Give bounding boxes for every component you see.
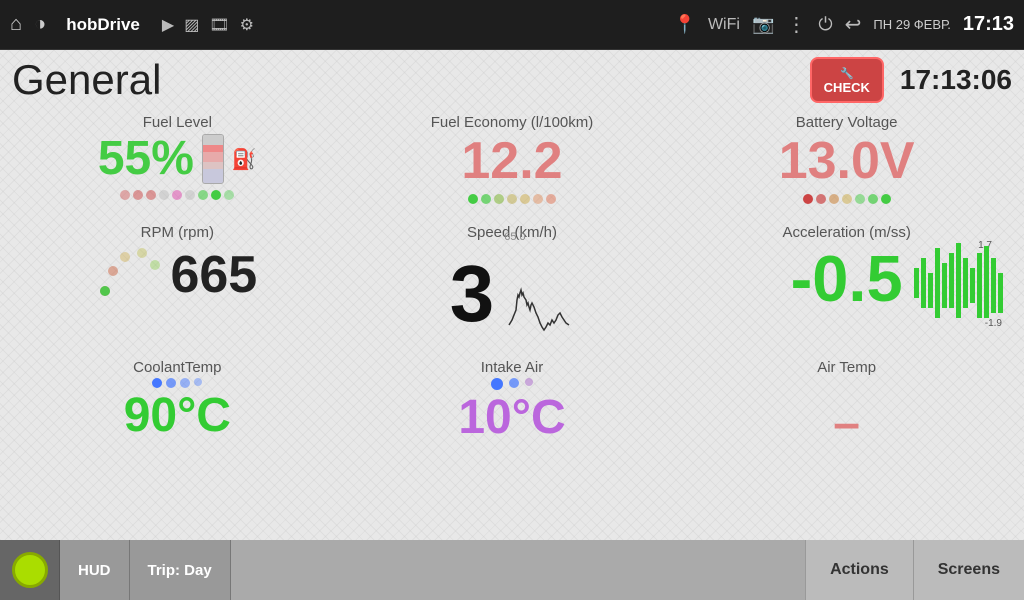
- header-time: 17:13:06: [900, 64, 1012, 96]
- intake-air-cell[interactable]: Intake Air 10°C: [345, 351, 680, 461]
- play-icon[interactable]: ▶: [162, 15, 174, 35]
- wifi-icon: WiFi: [708, 16, 740, 34]
- fuel-economy-label: Fuel Economy (l/100km): [431, 114, 594, 131]
- bottom-spacer: [231, 540, 805, 600]
- speed-cell[interactable]: Speed (km/h) 3 65.0: [345, 216, 680, 351]
- screens-label: Screens: [938, 561, 1000, 579]
- back-icon[interactable]: ↩: [845, 12, 862, 37]
- accel-bottom-value: -1.9: [985, 318, 1003, 328]
- rpm-arc: [97, 243, 162, 308]
- check-icon: 🔧: [840, 68, 854, 80]
- status-left: ⌂ ◑ hobDrive ▶ ▨ 🎞 ⚙: [10, 13, 254, 36]
- status-time: 17:13: [963, 13, 1014, 36]
- coolant-temp-cell[interactable]: CoolantTemp 90°C: [10, 351, 345, 461]
- fuel-bar: [202, 134, 224, 184]
- bottom-bar: HUD Trip: Day Actions Screens: [0, 540, 1024, 600]
- fuel-visual: ⛽: [202, 134, 257, 184]
- power-icon[interactable]: ⏻: [818, 14, 832, 35]
- settings-icon[interactable]: ⚙: [240, 15, 254, 35]
- accel-bar-chart: 1.7: [912, 238, 1007, 328]
- clock-icon: ◑: [34, 13, 46, 36]
- hud-label: HUD: [78, 562, 111, 579]
- fuel-economy-dots: [468, 194, 556, 204]
- rpm-value: 665: [170, 247, 257, 304]
- air-temp-value: –: [833, 398, 860, 451]
- status-right: 📍 WiFi 📷 ⋮ ⏻ ↩ ПН 29 ФЕВР. 17:13: [674, 12, 1014, 37]
- check-label: CHECK: [824, 80, 870, 95]
- app-icons: ▶ ▨ 🎞 ⚙: [162, 15, 254, 35]
- home-icon[interactable]: ⌂: [10, 13, 22, 36]
- menu-icon[interactable]: ⋮: [786, 12, 806, 37]
- circle-button[interactable]: [0, 540, 60, 600]
- trip-button[interactable]: Trip: Day: [130, 540, 231, 600]
- header-row: General 🔧 CHECK 17:13:06: [0, 50, 1024, 106]
- check-badge[interactable]: 🔧 CHECK: [810, 57, 884, 103]
- actions-label: Actions: [830, 561, 889, 579]
- battery-voltage-cell[interactable]: Battery Voltage 13.0V: [679, 106, 1014, 216]
- camera-icon: 📷: [752, 14, 774, 35]
- screens-button[interactable]: Screens: [914, 540, 1024, 600]
- fuel-economy-cell[interactable]: Fuel Economy (l/100km) 12.2: [345, 106, 680, 216]
- fuel-economy-value: 12.2: [461, 133, 562, 190]
- acceleration-value: -0.5: [791, 243, 903, 315]
- page-title: General: [12, 56, 161, 104]
- image-icon[interactable]: ▨: [184, 15, 199, 35]
- location-icon: 📍: [674, 14, 696, 35]
- fuel-gauge-dots: [120, 190, 234, 200]
- main-content: General 🔧 CHECK 17:13:06 Fuel Level 55%: [0, 50, 1024, 540]
- speed-chart: 65.0: [504, 243, 574, 345]
- fuel-level-label: Fuel Level: [143, 114, 212, 131]
- coolant-dots: [152, 378, 202, 388]
- actions-button[interactable]: Actions: [805, 540, 914, 600]
- fuel-level-cell[interactable]: Fuel Level 55% ⛽: [10, 106, 345, 216]
- hud-button[interactable]: HUD: [60, 540, 130, 600]
- air-temp-label: Air Temp: [817, 359, 876, 376]
- intake-air-label: Intake Air: [481, 359, 544, 376]
- app-title: hobDrive: [66, 15, 140, 35]
- coolant-temp-label: CoolantTemp: [133, 359, 221, 376]
- battery-voltage-label: Battery Voltage: [796, 114, 898, 131]
- rpm-row: 665: [97, 243, 257, 308]
- status-date: ПН 29 ФЕВР.: [873, 17, 950, 32]
- circle-indicator: [12, 552, 48, 588]
- rpm-cell[interactable]: RPM (rpm) 665: [10, 216, 345, 351]
- air-temp-cell[interactable]: Air Temp –: [679, 351, 1014, 461]
- acceleration-cell[interactable]: Acceleration (m/ss) -0.5 1.7: [679, 216, 1014, 351]
- battery-voltage-value: 13.0V: [779, 133, 915, 190]
- intake-dots: [491, 378, 533, 390]
- rpm-label: RPM (rpm): [141, 224, 214, 241]
- fuel-pump-icon: ⛽: [232, 147, 257, 172]
- metrics-grid: Fuel Level 55% ⛽: [0, 106, 1024, 461]
- fuel-level-row: 55% ⛽: [98, 133, 257, 186]
- intake-air-value: 10°C: [458, 392, 565, 445]
- acceleration-label: Acceleration (m/ss): [782, 224, 910, 241]
- coolant-temp-value: 90°C: [124, 390, 231, 443]
- header-right: 🔧 CHECK 17:13:06: [810, 57, 1012, 103]
- status-bar: ⌂ ◑ hobDrive ▶ ▨ 🎞 ⚙ 📍 WiFi 📷 ⋮ ⏻ ↩ ПН 2…: [0, 0, 1024, 50]
- fuel-level-value: 55%: [98, 133, 194, 186]
- trip-label: Trip: Day: [148, 562, 212, 579]
- speed-value: 3: [450, 250, 495, 338]
- speed-chart-value: 65.0: [504, 231, 525, 243]
- battery-dots: [803, 194, 891, 204]
- film-icon[interactable]: 🎞: [209, 15, 229, 35]
